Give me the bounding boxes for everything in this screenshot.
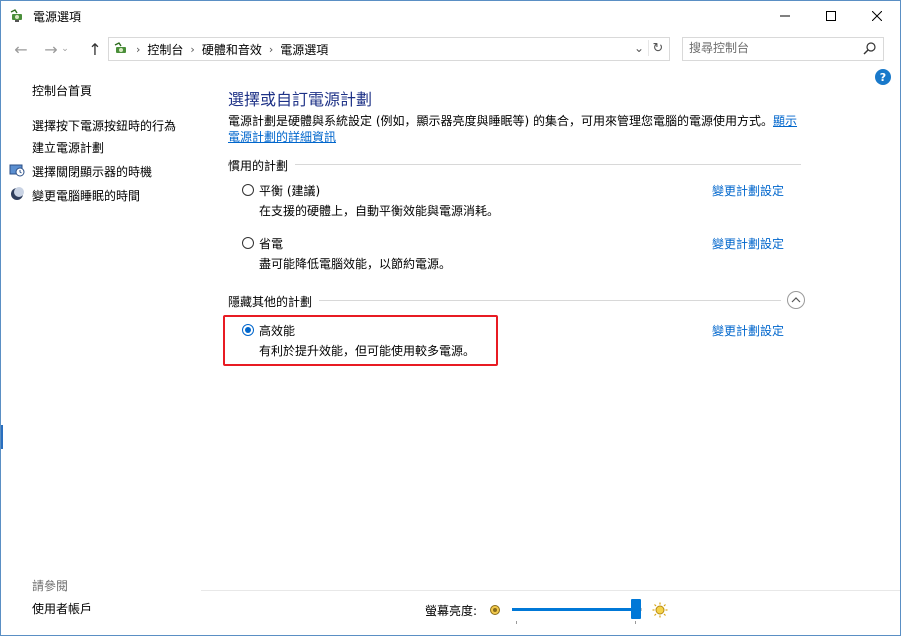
forward-button[interactable]: → (41, 39, 61, 59)
brightness-slider[interactable] (512, 608, 642, 611)
collapse-icon (791, 297, 801, 303)
main-content: 選擇或自訂電源計劃 電源計劃是硬體與系統設定 (例如，顯示器亮度與睡眠等) 的集… (201, 65, 900, 635)
breadcrumb-control-panel[interactable]: 控制台 (147, 41, 183, 58)
annotation-highlight-box (223, 315, 498, 366)
group-divider (319, 300, 781, 301)
close-button[interactable] (854, 1, 900, 31)
plan-balanced-radio[interactable] (242, 184, 254, 196)
page-title: 選擇或自訂電源計劃 (228, 90, 373, 109)
breadcrumb-separator[interactable]: › (136, 43, 140, 56)
group-divider (295, 164, 801, 165)
collapse-hidden-plans-button[interactable] (787, 291, 805, 309)
brightness-label: 螢幕亮度: (425, 604, 478, 618)
brightness-full-icon (652, 602, 668, 618)
sidebar: 控制台首頁 選擇按下電源按鈕時的行為 建立電源計劃 選擇關閉顯示器的時機 變更電… (1, 65, 201, 635)
breadcrumb-hardware-sound[interactable]: 硬體和音效 (202, 41, 262, 58)
sidebar-item-turn-off-display[interactable]: 選擇關閉顯示器的時機 (32, 163, 152, 180)
plan-balanced-change-settings-link[interactable]: 變更計劃設定 (712, 182, 784, 199)
breadcrumb-power-options[interactable]: 電源選項 (280, 41, 328, 58)
sidebar-item-user-accounts[interactable]: 使用者帳戶 (32, 600, 92, 617)
bottom-divider (201, 590, 900, 591)
back-arrow-icon: ← (14, 39, 28, 59)
title-bar: 電源選項 (1, 1, 900, 31)
brightness-slider-thumb[interactable] (630, 599, 641, 619)
description-text: 電源計劃是硬體與系統設定 (例如，顯示器亮度與睡眠等) 的集合，可用來管理您電腦… (228, 114, 773, 128)
breadcrumb-separator[interactable]: › (269, 43, 273, 56)
address-bar[interactable]: › 控制台 › 硬體和音效 › 電源選項 ⌄ ↻ (108, 37, 670, 61)
up-arrow-icon: ↑ (88, 39, 102, 59)
power-options-icon (10, 9, 22, 22)
chevron-down-icon: ⌄ (633, 41, 645, 55)
refresh-icon: ↻ (652, 40, 664, 56)
power-options-window: 電源選項 ← → ⌄ ↑ › 控制台 › 硬體和音效 › 電源選項 ⌄ ↻ 搜尋… (0, 0, 901, 636)
brightness-slider-ticks (516, 621, 636, 624)
sidebar-item-power-button-behavior[interactable]: 選擇按下電源按鈕時的行為 (32, 117, 176, 134)
maximize-button[interactable] (808, 1, 854, 31)
plan-high-performance-change-settings-link[interactable]: 變更計劃設定 (712, 322, 784, 339)
minimize-icon (780, 15, 790, 17)
page-description: 電源計劃是硬體與系統設定 (例如，顯示器亮度與睡眠等) 的集合，可用來管理您電腦… (228, 113, 808, 145)
search-icon[interactable] (863, 41, 877, 55)
sidebar-item-change-sleep[interactable]: 變更電腦睡眠的時間 (32, 187, 140, 204)
window-title: 電源選項 (33, 10, 82, 24)
brightness-dim-icon (490, 605, 500, 615)
plan-power-saver-change-settings-link[interactable]: 變更計劃設定 (712, 235, 784, 252)
preferred-plans-header: 慣用的計劃 (228, 159, 289, 173)
see-also-heading: 請參閱 (32, 579, 69, 593)
left-edge-accent (1, 425, 3, 449)
address-dropdown-button[interactable]: ⌄ (631, 40, 647, 56)
back-button[interactable]: ← (11, 39, 31, 59)
search-input[interactable] (689, 40, 849, 56)
sidebar-item-create-power-plan[interactable]: 建立電源計劃 (32, 139, 104, 156)
plan-power-saver-description: 盡可能降低電腦效能，以節約電源。 (259, 257, 452, 271)
plan-power-saver-name[interactable]: 省電 (259, 235, 283, 252)
refresh-button[interactable]: ↻ (648, 40, 667, 56)
navigation-bar: ← → ⌄ ↑ › 控制台 › 硬體和音效 › 電源選項 ⌄ ↻ 搜尋控制台 (1, 35, 900, 63)
power-options-icon (114, 42, 126, 53)
maximize-icon (826, 11, 836, 21)
forward-arrow-icon: → (44, 39, 58, 59)
sidebar-item-control-panel-home[interactable]: 控制台首頁 (32, 82, 92, 99)
search-box[interactable] (682, 37, 884, 61)
recent-locations-button[interactable]: ⌄ (59, 39, 71, 59)
plan-balanced-description: 在支援的硬體上，自動平衡效能與電源消耗。 (259, 204, 500, 218)
moon-icon (11, 187, 24, 200)
monitor-clock-icon (9, 164, 25, 177)
minimize-button[interactable] (762, 1, 808, 31)
brightness-slider-fill (512, 608, 636, 611)
close-icon (872, 11, 882, 21)
hidden-plans-header: 隱藏其他的計劃 (228, 295, 313, 309)
chevron-down-icon: ⌄ (61, 44, 69, 54)
plan-power-saver-radio[interactable] (242, 237, 254, 249)
breadcrumb-separator[interactable]: › (190, 43, 194, 56)
plan-balanced-name[interactable]: 平衡 (建議) (259, 182, 320, 199)
up-button[interactable]: ↑ (85, 39, 105, 59)
